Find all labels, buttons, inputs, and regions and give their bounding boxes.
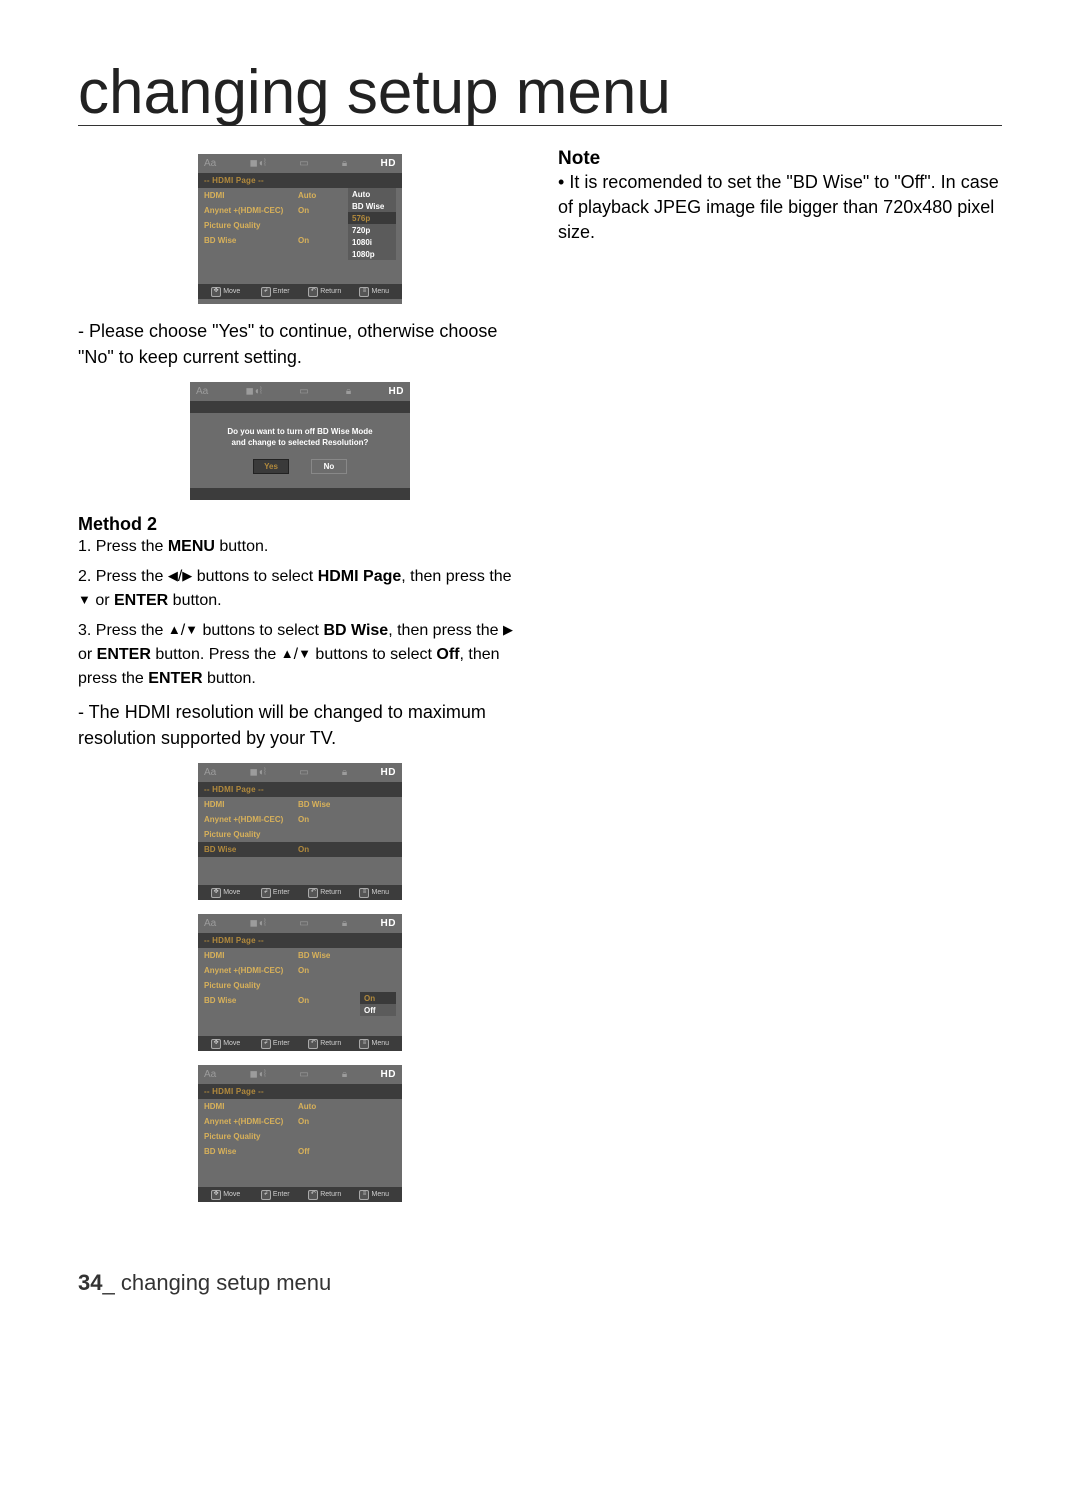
speaker-icon: ◼◖⦚ [250, 917, 266, 931]
osd-confirm-dialog: Aa ◼◖⦚ ▭ 🔒︎ HD Do you want to turn off B… [190, 382, 410, 500]
no-button[interactable]: No [311, 459, 347, 474]
opt-off[interactable]: Off [360, 1004, 396, 1016]
text-icon: Aa [204, 917, 216, 931]
two-columns: Aa ◼◖⦚ ▭ 🔒︎ HD -- HDMI Page -- HDMI Auto… [78, 148, 1002, 1216]
step-1: 1. Press the MENU button. [78, 535, 522, 559]
osd-heading: -- HDMI Page -- [198, 782, 402, 797]
text-icon: Aa [204, 766, 216, 780]
return-icon: ↶ [308, 888, 318, 898]
speaker-icon: ◼◖⦚ [250, 1068, 266, 1082]
steps: 1. Press the MENU button. 2. Press the ◀… [78, 535, 522, 691]
hd-icon: HD [381, 766, 396, 780]
display-icon: ▭ [299, 766, 308, 780]
enter-icon: ↲ [261, 287, 271, 297]
page-title: changing setup menu [78, 60, 1002, 125]
opt-bdwise[interactable]: BD Wise [348, 200, 396, 212]
title-row: changing setup menu [78, 60, 1002, 126]
enter-icon: ↲ [261, 1039, 271, 1049]
lock-icon: 🔒︎ [342, 917, 347, 931]
osd-topbar: Aa ◼◖⦚ ▭ 🔒︎ HD [190, 382, 410, 401]
opt-auto[interactable]: Auto [348, 188, 396, 200]
row-bdwise-highlight[interactable]: BD WiseOn [198, 842, 402, 857]
display-icon: ▭ [299, 1068, 308, 1082]
display-icon: ▭ [299, 157, 308, 171]
move-icon: ✥ [211, 1039, 221, 1049]
footer-title: changing setup menu [121, 1270, 331, 1295]
left-column: Aa ◼◖⦚ ▭ 🔒︎ HD -- HDMI Page -- HDMI Auto… [78, 148, 522, 1216]
osd-darkband [190, 401, 410, 413]
note-heading: Note [558, 148, 1002, 170]
step-3: 3. Press the ▲/▼ buttons to select BD Wi… [78, 619, 522, 691]
page-number: 34 [78, 1270, 102, 1295]
opt-1080i[interactable]: 1080i [348, 236, 396, 248]
return-icon: ↶ [308, 287, 318, 297]
speaker-icon: ◼◖⦚ [250, 766, 266, 780]
move-icon: ✥ [211, 888, 221, 898]
return-icon: ↶ [308, 1039, 318, 1049]
move-icon: ✥ [211, 287, 221, 297]
result-text: - The HDMI resolution will be changed to… [78, 699, 522, 751]
osd-heading: -- HDMI Page -- [198, 173, 402, 188]
osd-hdmi-dropdown: Aa ◼◖⦚ ▭ 🔒︎ HD -- HDMI Page -- HDMI Auto… [198, 154, 402, 304]
osd-footer: ✥Move ↲Enter ↶Return ≡Menu [198, 284, 402, 299]
opt-on[interactable]: On [360, 992, 396, 1004]
display-icon: ▭ [299, 917, 308, 931]
text-icon: Aa [204, 1068, 216, 1082]
move-icon: ✥ [211, 1190, 221, 1200]
yes-button[interactable]: Yes [253, 459, 289, 474]
return-icon: ↶ [308, 1190, 318, 1200]
lock-icon: 🔒︎ [346, 385, 351, 399]
dialog-text: Do you want to turn off BD Wise Mode and… [196, 423, 404, 459]
hd-icon: HD [381, 1068, 396, 1082]
lock-icon: 🔒︎ [342, 157, 347, 171]
instruction-yesno: - Please choose "Yes" to continue, other… [78, 318, 522, 370]
osd-body: HDMI Auto Anynet +(HDMI-CEC) On Picture … [198, 188, 402, 284]
bdwise-dropdown[interactable]: On Off [360, 992, 396, 1016]
osd-bdwise-off: Aa ◼◖⦚ ▭ 🔒︎ HD -- HDMI Page -- HDMIAuto … [198, 1065, 402, 1202]
opt-576p[interactable]: 576p [348, 212, 396, 224]
dialog-body: Do you want to turn off BD Wise Mode and… [190, 413, 410, 488]
hd-icon: HD [389, 385, 404, 399]
osd-topbar: Aa ◼◖⦚ ▭ 🔒︎ HD [198, 763, 402, 782]
hd-icon: HD [381, 157, 396, 171]
dialog-buttons: Yes No [196, 459, 404, 474]
osd-darkband-bottom [190, 488, 410, 500]
text-icon: Aa [196, 385, 208, 399]
hd-icon: HD [381, 917, 396, 931]
note-body: • It is recomended to set the "BD Wise" … [558, 170, 1002, 246]
resolution-dropdown[interactable]: Auto BD Wise 576p 720p 1080i 1080p [348, 188, 396, 260]
speaker-icon: ◼◖⦚ [246, 385, 262, 399]
manual-page: changing setup menu Aa ◼◖⦚ ▭ 🔒︎ HD -- HD… [0, 0, 1080, 1336]
menu-icon: ≡ [359, 287, 369, 297]
osd-bdwise-onoff: Aa ◼◖⦚ ▭ 🔒︎ HD -- HDMI Page -- HDMIBD Wi… [198, 914, 402, 1051]
step-2: 2. Press the ◀/▶ buttons to select HDMI … [78, 565, 522, 613]
opt-720p[interactable]: 720p [348, 224, 396, 236]
lock-icon: 🔒︎ [342, 1068, 347, 1082]
osd-topbar: Aa ◼◖⦚ ▭ 🔒︎ HD [198, 154, 402, 173]
lock-icon: 🔒︎ [342, 766, 347, 780]
menu-icon: ≡ [359, 1190, 369, 1200]
opt-1080p[interactable]: 1080p [348, 248, 396, 260]
page-footer: 34_ changing setup menu [78, 1270, 1002, 1296]
text-icon: Aa [204, 157, 216, 171]
menu-icon: ≡ [359, 1039, 369, 1049]
method-heading: Method 2 [78, 514, 522, 535]
menu-icon: ≡ [359, 888, 369, 898]
speaker-icon: ◼◖⦚ [250, 157, 266, 171]
enter-icon: ↲ [261, 1190, 271, 1200]
enter-icon: ↲ [261, 888, 271, 898]
display-icon: ▭ [299, 385, 308, 399]
right-column: Note • It is recomended to set the "BD W… [558, 148, 1002, 1216]
osd-bdwise-selected: Aa ◼◖⦚ ▭ 🔒︎ HD -- HDMI Page -- HDMIBD Wi… [198, 763, 402, 900]
